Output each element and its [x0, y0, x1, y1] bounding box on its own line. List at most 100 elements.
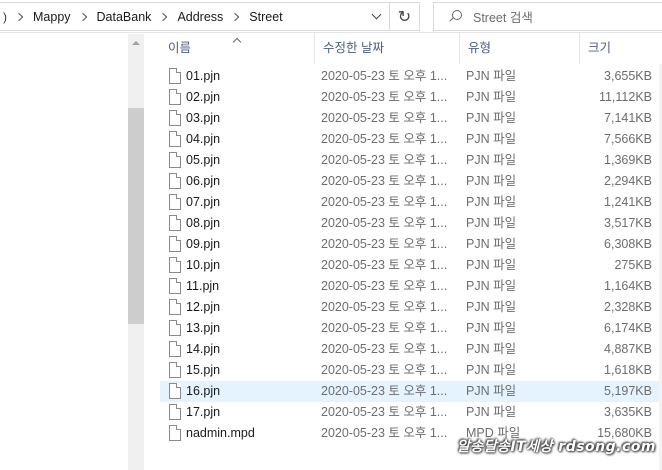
file-row[interactable]: 04.pjn 2020-05-23 토 오후 1... PJN 파일 7,566KB: [160, 129, 662, 150]
file-icon: [169, 383, 181, 399]
file-icon: [169, 194, 181, 210]
file-size: 1,618KB: [604, 363, 652, 377]
file-date: 2020-05-23 토 오후 1...: [321, 90, 448, 104]
refresh-icon: ↻: [397, 7, 412, 26]
file-type: PJN 파일: [466, 111, 517, 125]
file-name: 08.pjn: [186, 216, 221, 230]
file-date: 2020-05-23 토 오후 1...: [321, 384, 448, 398]
file-icon: [169, 257, 181, 273]
file-size: 4,887KB: [604, 342, 652, 356]
file-icon: [169, 110, 181, 126]
file-name: 12.pjn: [186, 300, 221, 314]
address-bar[interactable]: ) Mappy DataBank Address Street: [0, 2, 390, 31]
file-date: 2020-05-23 토 오후 1...: [321, 237, 448, 251]
file-name: 05.pjn: [186, 153, 221, 167]
file-row[interactable]: 02.pjn 2020-05-23 토 오후 1... PJN 파일 11,112KB: [160, 87, 662, 108]
column-header-date[interactable]: 수정한 날짜: [315, 33, 460, 64]
breadcrumb-street[interactable]: Street: [249, 10, 282, 24]
file-date: 2020-05-23 토 오후 1...: [321, 216, 448, 230]
file-row[interactable]: 03.pjn 2020-05-23 토 오후 1... PJN 파일 7,141KB: [160, 108, 662, 129]
scroll-up-arrow-icon[interactable]: [132, 41, 140, 45]
file-name: 17.pjn: [186, 405, 221, 419]
file-size: 7,566KB: [604, 132, 652, 146]
column-header-size[interactable]: 크기: [580, 33, 662, 64]
file-name: 13.pjn: [186, 321, 221, 335]
chevron-right-icon[interactable]: [229, 10, 243, 24]
file-icon: [169, 68, 181, 84]
search-box[interactable]: Street 검색: [433, 2, 662, 31]
file-row[interactable]: 01.pjn 2020-05-23 토 오후 1... PJN 파일 3,655KB: [160, 66, 662, 87]
file-size: 1,369KB: [604, 153, 652, 167]
navigation-scrollbar[interactable]: [128, 34, 144, 470]
chevron-down-icon[interactable]: [365, 3, 389, 30]
breadcrumb-overflow[interactable]: ): [3, 10, 7, 24]
file-size: 1,241KB: [604, 195, 652, 209]
file-type: PJN 파일: [466, 258, 517, 272]
chevron-right-icon[interactable]: [13, 10, 27, 24]
breadcrumb-databank[interactable]: DataBank: [97, 10, 152, 24]
file-type: PJN 파일: [466, 174, 517, 188]
chevron-right-icon[interactable]: [157, 10, 171, 24]
file-type: PJN 파일: [466, 363, 517, 377]
sort-up-icon: [233, 36, 241, 44]
file-row[interactable]: 13.pjn 2020-05-23 토 오후 1... PJN 파일 6,174KB: [160, 318, 662, 339]
file-date: 2020-05-23 토 오후 1...: [321, 279, 448, 293]
file-row[interactable]: 16.pjn 2020-05-23 토 오후 1... PJN 파일 5,197KB: [160, 381, 662, 402]
file-type: PJN 파일: [466, 279, 517, 293]
file-name: 07.pjn: [186, 195, 221, 209]
watermark: 알송달송IT세상 rdsong.com: [456, 439, 656, 455]
file-type: PJN 파일: [466, 321, 517, 335]
file-size: 6,308KB: [604, 237, 652, 251]
file-row[interactable]: 17.pjn 2020-05-23 토 오후 1... PJN 파일 3,635KB: [160, 402, 662, 423]
file-type: PJN 파일: [466, 384, 517, 398]
column-header-type[interactable]: 유형: [460, 33, 580, 64]
file-row[interactable]: 10.pjn 2020-05-23 토 오후 1... PJN 파일 275KB: [160, 255, 662, 276]
chevron-right-icon[interactable]: [77, 10, 91, 24]
file-icon: [169, 404, 181, 420]
file-date: 2020-05-23 토 오후 1...: [321, 153, 448, 167]
file-row[interactable]: 12.pjn 2020-05-23 토 오후 1... PJN 파일 2,328KB: [160, 297, 662, 318]
navigation-pane[interactable]: [0, 34, 145, 470]
file-icon: [169, 299, 181, 315]
file-name: 11.pjn: [186, 279, 220, 293]
file-row[interactable]: 11.pjn 2020-05-23 토 오후 1... PJN 파일 1,164KB: [160, 276, 662, 297]
file-date: 2020-05-23 토 오후 1...: [321, 300, 448, 314]
file-icon: [169, 320, 181, 336]
file-icon: [169, 89, 181, 105]
file-date: 2020-05-23 토 오후 1...: [321, 426, 448, 440]
file-type: PJN 파일: [466, 237, 517, 251]
file-size: 6,174KB: [604, 321, 652, 335]
column-header-row: 이름 수정한 날짜 유형 크기: [145, 33, 662, 64]
file-row[interactable]: 07.pjn 2020-05-23 토 오후 1... PJN 파일 1,241KB: [160, 192, 662, 213]
file-type: PJN 파일: [466, 216, 517, 230]
file-date: 2020-05-23 토 오후 1...: [321, 405, 448, 419]
file-row[interactable]: 09.pjn 2020-05-23 토 오후 1... PJN 파일 6,308KB: [160, 234, 662, 255]
file-type: PJN 파일: [466, 132, 517, 146]
file-name: 03.pjn: [186, 111, 221, 125]
file-icon: [169, 152, 181, 168]
search-input[interactable]: Street 검색: [473, 7, 533, 26]
file-name: 04.pjn: [186, 132, 221, 146]
file-name: 01.pjn: [186, 69, 221, 83]
file-row[interactable]: 06.pjn 2020-05-23 토 오후 1... PJN 파일 2,294KB: [160, 171, 662, 192]
file-row[interactable]: 14.pjn 2020-05-23 토 오후 1... PJN 파일 4,887KB: [160, 339, 662, 360]
file-size: 2,328KB: [604, 300, 652, 314]
file-type: PJN 파일: [466, 90, 517, 104]
file-icon: [169, 341, 181, 357]
file-type: PJN 파일: [466, 195, 517, 209]
file-size: 2,294KB: [604, 174, 652, 188]
file-icon: [169, 173, 181, 189]
file-name: nadmin.mpd: [186, 426, 255, 440]
file-name: 09.pjn: [186, 237, 221, 251]
file-row[interactable]: 05.pjn 2020-05-23 토 오후 1... PJN 파일 1,369KB: [160, 150, 662, 171]
file-date: 2020-05-23 토 오후 1...: [321, 258, 448, 272]
file-row[interactable]: 15.pjn 2020-05-23 토 오후 1... PJN 파일 1,618KB: [160, 360, 662, 381]
scrollbar-thumb[interactable]: [128, 108, 144, 324]
file-size: 5,197KB: [604, 384, 652, 398]
file-row[interactable]: 08.pjn 2020-05-23 토 오후 1... PJN 파일 3,517KB: [160, 213, 662, 234]
file-list[interactable]: 01.pjn 2020-05-23 토 오후 1... PJN 파일 3,655KB 0…: [145, 66, 662, 470]
breadcrumb-mappy[interactable]: Mappy: [33, 10, 71, 24]
file-type: PJN 파일: [466, 342, 517, 356]
breadcrumb-address[interactable]: Address: [177, 10, 223, 24]
refresh-button[interactable]: ↻: [390, 2, 420, 31]
